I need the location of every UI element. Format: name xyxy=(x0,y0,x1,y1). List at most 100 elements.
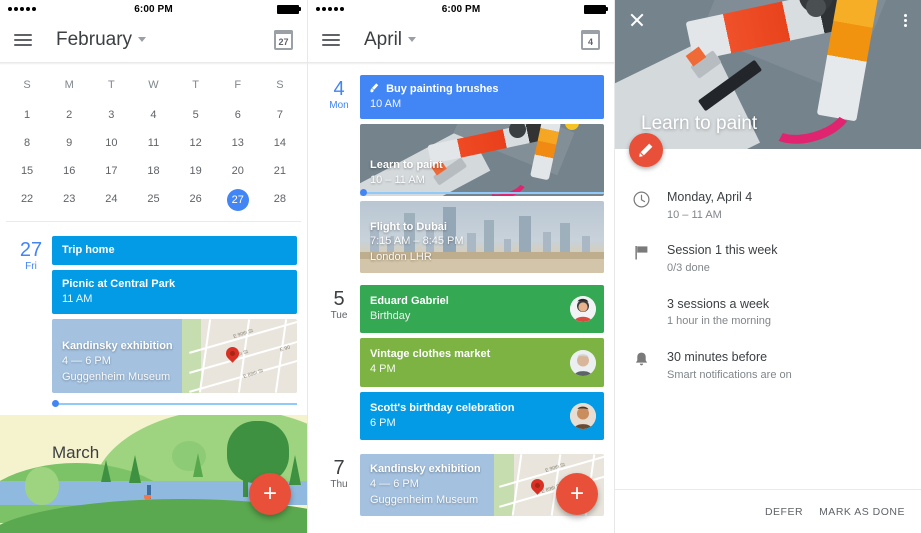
day-cell[interactable]: 19 xyxy=(175,157,217,185)
detail-row-session[interactable]: Session 1 this week 0/3 done xyxy=(615,232,921,285)
edit-event-fab[interactable] xyxy=(629,133,663,167)
day-cell[interactable]: 22 xyxy=(6,185,48,215)
day-weekday: Mon xyxy=(329,100,349,111)
status-time: 6:00 PM xyxy=(441,3,481,15)
day-cell[interactable]: 2 xyxy=(48,101,90,129)
event-subtitle: 10 – 11 AM xyxy=(370,173,425,186)
schedule-list: 4 Mon Buy painting brushes 10 AM Learn t… xyxy=(308,65,614,520)
brush-icon xyxy=(370,83,379,93)
day-gutter: 5 Tue xyxy=(318,285,360,440)
day-cell[interactable]: 13 xyxy=(217,129,259,157)
more-vertical-icon[interactable] xyxy=(904,12,907,29)
day-cell[interactable]: 7 xyxy=(259,101,301,129)
detail-row-time[interactable]: Monday, April 4 10 – 11 AM xyxy=(615,179,921,232)
event-title: Picnic at Central Park xyxy=(62,277,176,290)
drag-handle[interactable] xyxy=(308,186,614,196)
pine-tree xyxy=(193,453,204,477)
day-cell[interactable]: 9 xyxy=(48,129,90,157)
detail-row-notification[interactable]: 30 minutes before Smart notifications ar… xyxy=(615,339,921,392)
bell-icon xyxy=(633,348,667,368)
day-cell[interactable]: 17 xyxy=(90,157,132,185)
event-subtitle: 4 PM xyxy=(370,363,396,376)
day-cell[interactable]: 3 xyxy=(90,101,132,129)
event-card[interactable]: Eduard Gabriel Birthday xyxy=(360,285,604,334)
detail-subtitle: 1 hour in the morning xyxy=(667,315,771,328)
day-cell[interactable]: 1 xyxy=(6,101,48,129)
detail-subtitle: Smart notifications are on xyxy=(667,368,792,381)
day-events: Eduard Gabriel Birthday Vintage clothes … xyxy=(360,285,604,440)
event-card-reminder[interactable]: Buy painting brushes 10 AM xyxy=(360,75,604,120)
event-card-image[interactable]: Flight to Dubai 7:15 AM – 8:45 PM London… xyxy=(360,201,604,274)
event-title: Vintage clothes market xyxy=(370,348,491,361)
detail-subtitle: 0/3 done xyxy=(667,262,710,274)
weekday-label: S xyxy=(276,79,284,91)
event-location: London LHR xyxy=(370,250,432,263)
drag-handle-dot[interactable] xyxy=(52,400,59,408)
close-icon[interactable] xyxy=(629,12,645,28)
day-cell[interactable]: 24 xyxy=(90,185,132,215)
event-subtitle: 4 — 6 PM xyxy=(370,478,419,491)
day-cell[interactable]: 23 xyxy=(48,185,90,215)
event-title: Kandinsky exhibition xyxy=(370,463,481,476)
divider xyxy=(6,221,301,222)
day-cell[interactable]: 11 xyxy=(132,129,174,157)
month-week-row: 8 9 10 11 12 13 14 xyxy=(6,129,301,157)
hamburger-icon[interactable] xyxy=(14,31,32,49)
month-label: April xyxy=(364,29,403,50)
month-week-row: 22 23 24 25 26 27 28 xyxy=(6,185,301,215)
add-event-fab[interactable]: + xyxy=(249,473,291,515)
day-weekday: Tue xyxy=(330,310,348,322)
day-cell[interactable]: 20 xyxy=(217,157,259,185)
add-event-fab[interactable]: + xyxy=(556,473,598,515)
detail-title: Session 1 this week xyxy=(667,243,778,258)
day-gutter: 7 Thu xyxy=(318,454,360,516)
weekday-label: W xyxy=(148,79,159,91)
day-cell[interactable]: 5 xyxy=(175,101,217,129)
month-title[interactable]: April xyxy=(364,29,417,51)
chevron-down-icon xyxy=(138,37,147,43)
day-gutter: 4 Mon xyxy=(318,75,360,273)
day-cell[interactable]: 26 xyxy=(175,185,217,215)
day-cell[interactable]: 28 xyxy=(259,185,301,215)
day-events: Trip home Picnic at Central Park 11 AM E… xyxy=(52,236,297,394)
event-card[interactable]: Picnic at Central Park 11 AM xyxy=(52,269,297,315)
day-cell[interactable]: 15 xyxy=(6,157,48,185)
today-calendar-icon[interactable]: 4 xyxy=(581,30,600,50)
pine-tree xyxy=(288,455,301,485)
day-cell[interactable]: 10 xyxy=(90,129,132,157)
event-text: Kandinsky exhibition 4 — 6 PM Guggenheim… xyxy=(360,462,491,516)
hamburger-icon[interactable] xyxy=(322,31,340,49)
day-cell[interactable]: 14 xyxy=(259,129,301,157)
day-weekday: Thu xyxy=(330,478,348,490)
event-card[interactable]: Vintage clothes market 4 PM xyxy=(360,338,604,387)
event-text: Flight to Dubai 7:15 AM – 8:45 PM London… xyxy=(360,220,474,274)
day-cell[interactable]: 4 xyxy=(132,101,174,129)
detail-row-frequency[interactable]: 3 sessions a week 1 hour in the morning xyxy=(615,286,921,339)
day-cell[interactable]: 21 xyxy=(259,157,301,185)
day-cell[interactable]: 8 xyxy=(6,129,48,157)
event-card-map[interactable]: E 90th St E 89th St E 88th St E 90 Kandi… xyxy=(52,319,297,394)
event-card[interactable]: Scott's birthday celebration 6 PM xyxy=(360,391,604,440)
event-detail-list: Monday, April 4 10 – 11 AM Session 1 thi… xyxy=(615,149,921,392)
month-title[interactable]: February xyxy=(56,29,147,51)
day-number: 27 xyxy=(19,239,43,261)
mark-as-done-button[interactable]: MARK AS DONE xyxy=(819,506,905,518)
event-subtitle: 4 — 6 PM xyxy=(62,355,111,368)
month-week-row: 1 2 3 4 5 6 7 xyxy=(6,101,301,129)
day-cell[interactable]: 12 xyxy=(175,129,217,157)
drag-handle[interactable] xyxy=(0,397,307,408)
day-cell[interactable]: 18 xyxy=(132,157,174,185)
pine-tree xyxy=(128,455,141,483)
day-number: 4 xyxy=(333,78,345,100)
event-subtitle: Birthday xyxy=(370,310,411,323)
day-cell[interactable]: 6 xyxy=(217,101,259,129)
day-cell[interactable]: 25 xyxy=(132,185,174,215)
defer-button[interactable]: DEFER xyxy=(765,506,803,518)
today-calendar-icon[interactable]: 27 xyxy=(274,30,293,50)
day-cell-selected[interactable]: 27 xyxy=(217,185,259,215)
day-cell[interactable]: 16 xyxy=(48,157,90,185)
status-bar: 6:00 PM xyxy=(308,0,614,18)
screen-schedule-view: 6:00 PM April 4 4 Mon Buy painting brush… xyxy=(307,0,614,533)
weekday-label: T xyxy=(107,79,115,91)
event-card[interactable]: Trip home xyxy=(52,236,297,265)
